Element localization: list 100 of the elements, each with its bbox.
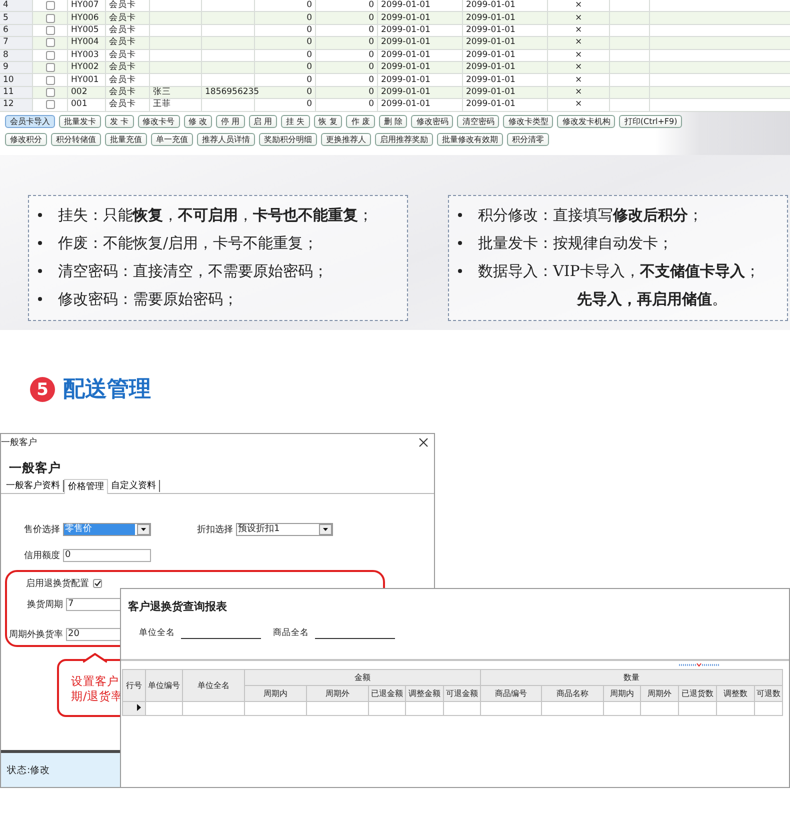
- column-header: 已退金额: [368, 686, 406, 702]
- table-cell: 王菲: [153, 99, 171, 110]
- input-field[interactable]: 0: [63, 548, 151, 562]
- toolbar-button[interactable]: 停 用: [216, 115, 245, 128]
- toolbar-button[interactable]: 积分清零: [507, 133, 549, 146]
- column-header: 行号: [122, 670, 146, 702]
- window-title: 一般客户: [1, 436, 37, 449]
- table-cell: 2099-01-01: [381, 37, 430, 48]
- checkbox[interactable]: [46, 1, 54, 10]
- table-cell: HY001: [71, 74, 99, 86]
- column-header: 单位全名: [182, 670, 244, 702]
- field-label: 折扣选择: [197, 524, 234, 536]
- checkbox[interactable]: [46, 76, 54, 85]
- bullet-icon: [38, 297, 42, 301]
- checkbox[interactable]: [46, 26, 54, 35]
- select-field[interactable]: 预设折扣1: [236, 522, 333, 536]
- toolbar-button[interactable]: 删 除: [378, 115, 408, 128]
- table-cell: 0: [306, 37, 312, 48]
- table-cell: 2099-01-01: [381, 0, 430, 12]
- toolbar-button[interactable]: 会员卡导入: [5, 115, 55, 128]
- table-cell: 0: [306, 99, 312, 110]
- toolbar-button[interactable]: 修 改: [184, 115, 212, 128]
- table-cell: ×: [574, 50, 582, 61]
- field-label: 信用额度: [23, 550, 61, 562]
- checkbox[interactable]: [46, 50, 54, 60]
- table-cell: 0: [368, 74, 374, 86]
- table-cell: 0: [368, 86, 374, 98]
- toolbar-button[interactable]: 奖励积分明细: [259, 133, 317, 146]
- table-cell: ×: [574, 37, 582, 48]
- tab[interactable]: 价格管理: [64, 479, 108, 494]
- toolbar-button[interactable]: 修改发卡机构: [557, 115, 616, 128]
- table-cell: 001: [71, 99, 88, 110]
- table-cell: 2099-01-01: [466, 86, 516, 98]
- row-number: 6: [3, 24, 8, 36]
- table-cell: 0: [368, 24, 374, 36]
- column-header: 可退金额: [444, 686, 481, 702]
- toolbar-button[interactable]: 恢 复: [314, 115, 342, 128]
- status-text: 状态:修改: [7, 764, 50, 776]
- row-number: 8: [3, 50, 8, 61]
- table-cell: 0: [368, 99, 374, 110]
- table-cell: 2099-01-01: [381, 99, 430, 110]
- checkbox[interactable]: [93, 578, 102, 588]
- checkbox[interactable]: [46, 63, 54, 72]
- table-cell: 2099-01-01: [466, 62, 516, 74]
- toolbar-button[interactable]: 推荐人员详情: [197, 133, 255, 146]
- toolbar-button[interactable]: 发 卡: [105, 115, 134, 128]
- toolbar-button[interactable]: 修改卡号: [138, 115, 180, 128]
- report-title: 客户退换货查询报表: [128, 600, 227, 613]
- tab[interactable]: 自定义资料: [108, 480, 160, 492]
- column-header: 周期外: [640, 686, 679, 702]
- table-cell: 0: [306, 86, 312, 98]
- row-number: 10: [3, 74, 14, 86]
- checkbox[interactable]: [46, 100, 54, 110]
- table-cell: HY006: [71, 12, 99, 24]
- toolbar-button[interactable]: 批量充值: [105, 133, 147, 146]
- table-cell: 2099-01-01: [381, 86, 430, 98]
- toolbar-button[interactable]: 挂 失: [281, 115, 310, 128]
- row-number: 5: [3, 12, 8, 24]
- close-icon[interactable]: [419, 438, 428, 447]
- note-text: 清空密码：直接清空，不需要原始密码；: [58, 262, 328, 280]
- table-cell: 会员卡: [109, 12, 136, 24]
- table-cell: 2099-01-01: [466, 74, 516, 86]
- splitter-handle-icon[interactable]: [679, 663, 719, 667]
- toolbar-button[interactable]: 单一充值: [151, 133, 193, 146]
- table-cell: 会员卡: [109, 50, 136, 61]
- toolbar-button[interactable]: 清空密码: [457, 115, 500, 128]
- row-number: 4: [3, 0, 8, 12]
- input-field[interactable]: 20: [66, 628, 122, 640]
- row-number: 11: [3, 86, 14, 98]
- table-cell: 0: [306, 12, 312, 24]
- toolbar-button[interactable]: 启 用: [248, 115, 278, 128]
- filter-label: 单位全名: [139, 627, 175, 639]
- toolbar-button[interactable]: 批量修改有效期: [437, 133, 503, 146]
- checkbox[interactable]: [46, 38, 54, 48]
- table-cell: HY003: [71, 50, 99, 61]
- field-label: 周期外换货率: [8, 628, 64, 640]
- toolbar-button[interactable]: 打印(Ctrl+F9): [619, 115, 682, 128]
- toolbar-button[interactable]: 修改卡类型: [503, 115, 554, 128]
- toolbar-button[interactable]: 积分转储值: [51, 133, 101, 146]
- note-text: 先导入，再启用储值。: [577, 290, 727, 308]
- checkbox[interactable]: [46, 88, 54, 97]
- table-cell: 2099-01-01: [381, 74, 430, 86]
- toolbar-button[interactable]: 修改积分: [5, 133, 47, 146]
- row-number: 12: [3, 99, 14, 110]
- toolbar-button[interactable]: 更换推荐人: [321, 133, 371, 146]
- toolbar-button[interactable]: 作 废: [346, 115, 375, 128]
- input-field[interactable]: 7: [66, 598, 122, 610]
- toolbar-button[interactable]: 批量发卡: [59, 115, 101, 128]
- table-cell: 2099-01-01: [466, 12, 516, 24]
- checkbox[interactable]: [46, 14, 54, 23]
- field-label: 启用退换货配置: [26, 578, 90, 590]
- table-cell: ×: [574, 99, 582, 110]
- table-cell: 0: [368, 50, 374, 61]
- table-cell: 2099-01-01: [381, 24, 430, 36]
- toolbar-button[interactable]: 修改密码: [411, 115, 454, 128]
- table-cell: 0: [368, 62, 374, 74]
- table-cell: ×: [574, 62, 582, 74]
- column-header: 商品编号: [480, 686, 542, 702]
- row-pointer-icon: [137, 704, 141, 711]
- toolbar-button[interactable]: 启用推荐奖励: [375, 133, 433, 146]
